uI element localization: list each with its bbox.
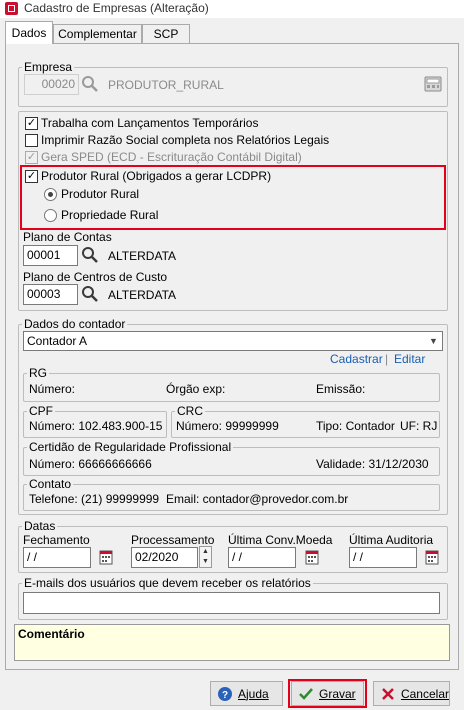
editar-link[interactable]: Editar: [394, 352, 425, 366]
certidao-numero: Número: 66666666666: [29, 457, 152, 471]
comentario-label: Comentário: [18, 627, 85, 641]
gravar-button[interactable]: Gravar: [291, 681, 364, 706]
emails-input[interactable]: [23, 592, 440, 614]
conv-moeda-input[interactable]: / /: [228, 547, 296, 568]
cpf-legend: CPF: [29, 404, 53, 418]
cadastrar-link[interactable]: Cadastrar: [330, 352, 383, 366]
plano-centros-name: ALTERDATA: [108, 288, 177, 302]
search-icon[interactable]: [80, 245, 100, 265]
search-icon: [82, 76, 98, 92]
empresa-code-field: 00020: [24, 74, 79, 95]
rg-orgao-label: Órgão exp:: [166, 382, 226, 396]
certidao-legend: Certidão de Regularidade Profissional: [29, 440, 232, 454]
contador-select[interactable]: Contador A: [23, 331, 443, 351]
processamento-label: Processamento: [131, 533, 215, 547]
gera-sped-label: Gera SPED (ECD - Escrituração Contábil D…: [41, 150, 302, 164]
empresa-legend: Empresa: [24, 60, 73, 74]
propriedade-rural-radio-label: Propriedade Rural: [61, 208, 159, 222]
plano-contas-label: Plano de Contas: [23, 230, 112, 244]
title-bar: Cadastro de Empresas (Alteração): [0, 0, 464, 18]
spin-down-icon[interactable]: ▼: [200, 557, 211, 567]
fechamento-label: Fechamento: [23, 533, 90, 547]
tab-scp[interactable]: SCP: [142, 24, 190, 43]
plano-centros-code-input[interactable]: 00003: [23, 284, 78, 305]
plano-centros-label: Plano de Centros de Custo: [23, 270, 168, 284]
svg-text:?: ?: [222, 690, 228, 701]
calendar-icon[interactable]: [99, 549, 113, 565]
produtor-rural-radio-label: Produtor Rural: [61, 187, 140, 201]
search-icon[interactable]: [80, 284, 100, 304]
plano-contas-name: ALTERDATA: [108, 249, 177, 263]
processamento-input[interactable]: 02/2020: [131, 547, 198, 568]
produtor-rural-label: Produtor Rural (Obrigados a gerar LCDPR): [41, 169, 272, 183]
link-separator: |: [385, 352, 389, 366]
rg-emissao-label: Emissão:: [316, 382, 366, 396]
calculator-icon[interactable]: [424, 75, 442, 93]
fechamento-input[interactable]: / /: [23, 547, 91, 568]
spin-up-icon[interactable]: ▲: [200, 547, 211, 557]
rg-group: RG: [23, 366, 440, 402]
imprimir-checkbox[interactable]: [25, 134, 38, 147]
rg-legend: RG: [29, 366, 47, 380]
contato-email: Email: contador@provedor.com.br: [166, 492, 349, 506]
contato-telefone: Telefone: (21) 99999999: [29, 492, 160, 506]
auditoria-input[interactable]: / /: [349, 547, 417, 568]
check-icon: [299, 687, 313, 700]
cancel-icon: [382, 687, 394, 700]
conv-moeda-label: Última Conv.Moeda: [228, 533, 333, 547]
trabalha-label: Trabalha com Lançamentos Temporários: [41, 116, 259, 130]
tab-dados[interactable]: Dados: [5, 21, 53, 44]
crc-legend: CRC: [177, 404, 203, 418]
plano-contas-code-input[interactable]: 00001: [23, 245, 78, 266]
crc-value: Número: 99999999: [176, 419, 279, 433]
help-icon: ?: [218, 686, 232, 701]
calendar-icon[interactable]: [425, 549, 439, 565]
produtor-rural-radio[interactable]: [44, 188, 57, 201]
crc-uf: UF: RJ: [400, 419, 438, 433]
cancelar-button[interactable]: Cancelar: [373, 681, 450, 706]
certidao-validade: Validade: 31/12/2030: [316, 457, 429, 471]
contador-legend: Dados do contador: [24, 317, 126, 331]
window-title: Cadastro de Empresas (Alteração): [24, 1, 209, 15]
rg-numero-label: Número:: [29, 382, 76, 396]
calendar-icon[interactable]: [305, 549, 319, 565]
ajuda-button[interactable]: ? Ajuda: [210, 681, 283, 706]
cancelar-label: Cancelar: [400, 686, 449, 701]
processamento-spinner[interactable]: ▲ ▼: [199, 546, 212, 568]
cpf-value: Número: 102.483.900-15: [29, 419, 163, 433]
imprimir-label: Imprimir Razão Social completa nos Relat…: [41, 133, 330, 147]
auditoria-label: Última Auditoria: [349, 533, 434, 547]
ajuda-label: Ajuda: [238, 686, 269, 701]
tab-complementar[interactable]: Complementar: [53, 24, 142, 43]
app-icon: [5, 2, 18, 15]
propriedade-rural-radio[interactable]: [44, 209, 57, 222]
crc-tipo: Tipo: Contador: [316, 419, 395, 433]
contato-legend: Contato: [29, 477, 72, 491]
produtor-rural-checkbox[interactable]: ✓: [25, 170, 38, 183]
gera-sped-checkbox: ✓: [25, 151, 38, 164]
trabalha-checkbox[interactable]: ✓: [25, 117, 38, 130]
chevron-down-icon[interactable]: ▼: [425, 332, 442, 350]
emails-legend: E-mails dos usuários que devem receber o…: [24, 576, 311, 590]
datas-legend: Datas: [24, 519, 56, 533]
empresa-name: PRODUTOR_RURAL: [108, 78, 224, 92]
gravar-label: Gravar: [319, 686, 356, 701]
